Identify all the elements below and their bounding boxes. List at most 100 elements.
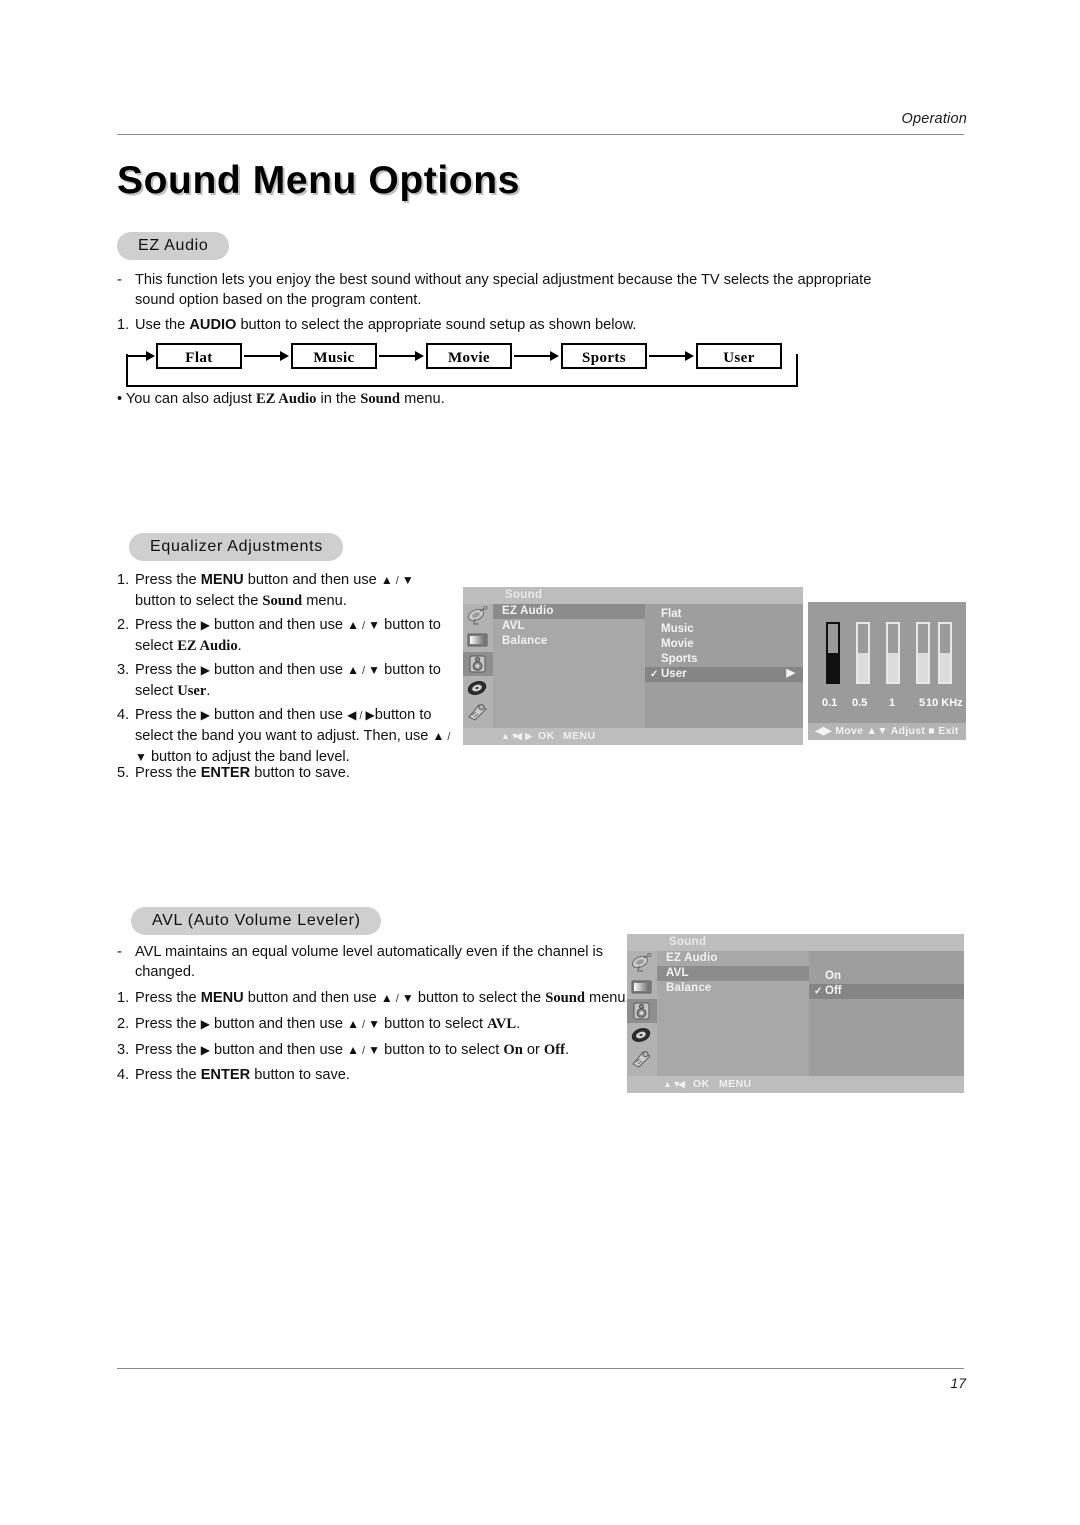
- clock-timer-icon[interactable]: [463, 676, 493, 700]
- flow-arrowhead-4: [685, 351, 694, 361]
- picture-screen-icon[interactable]: [627, 975, 657, 999]
- sound-keyword: Sound: [262, 593, 303, 609]
- t: button and then use: [209, 707, 348, 723]
- down-arrow-glyph: ▼: [368, 1017, 381, 1031]
- menu-hint-label: MENU: [719, 1078, 752, 1090]
- osd-equalizer-panel: 0.1 0.5 1 5 10 KHz ◀▶ Move ▲▼ Adjust ■ E…: [808, 602, 966, 740]
- flow-arrowhead-3: [550, 351, 559, 361]
- picture-screen-icon[interactable]: [463, 628, 493, 652]
- speaker-sound-icon[interactable]: [463, 652, 493, 676]
- equalizer-band-fill: [888, 653, 898, 682]
- up-arrow-glyph: ▲: [347, 1043, 359, 1057]
- down-arrow-glyph: ▼: [401, 991, 414, 1005]
- osd-menu-item-avl[interactable]: AVL: [657, 966, 809, 981]
- down-arrow-glyph: ▼: [135, 750, 147, 764]
- osd-submenu-item-music[interactable]: Music: [645, 622, 803, 637]
- osd-submenu-item-off[interactable]: ✓ Off: [809, 984, 964, 999]
- flow-box-movie: Movie: [426, 343, 512, 369]
- osd-menu-item-ez-audio[interactable]: EZ Audio: [657, 951, 809, 966]
- section-heading-avl: AVL (Auto Volume Leveler): [131, 907, 381, 935]
- section-heading-equalizer: Equalizer Adjustments: [129, 533, 344, 561]
- bullet-dash: -: [117, 944, 122, 960]
- t: button and then use: [243, 990, 381, 1006]
- up-arrow-glyph: ▲: [347, 618, 359, 632]
- equalizer-band-bar[interactable]: [886, 622, 900, 684]
- remote-control-icon[interactable]: [627, 1047, 657, 1071]
- speaker-sound-icon[interactable]: [627, 999, 657, 1023]
- osd-menu-item-balance[interactable]: Balance: [493, 634, 645, 649]
- osd-title-text: Sound: [669, 936, 707, 948]
- up-arrow-glyph: ▲: [347, 1017, 359, 1031]
- equalizer-step-1-text: Press the MENU button and then use ▲ / ▼…: [135, 570, 457, 611]
- up-arrow-glyph: ▲: [347, 663, 359, 677]
- menu-keyword: MENU: [200, 572, 244, 588]
- equalizer-band-label: 10 KHz: [926, 697, 963, 709]
- osd-submenu-item-movie[interactable]: Movie: [645, 637, 803, 652]
- osd-screenshot-sound-ez-audio: Sound EZ Audio AVL Balance Flat Music Mo…: [463, 587, 803, 745]
- equalizer-band-bar[interactable]: [938, 622, 952, 684]
- t: Press the: [135, 662, 201, 678]
- clock-timer-icon[interactable]: [627, 1023, 657, 1047]
- up-arrow-glyph: ▲: [380, 991, 393, 1005]
- osd-submenu-label: Off: [825, 985, 842, 997]
- step-number: 5.: [117, 765, 130, 781]
- step-number: 3.: [117, 662, 130, 678]
- flow-loop-entry-line: [128, 355, 148, 357]
- satellite-dish-icon[interactable]: [627, 951, 657, 975]
- flow-connector-1: [244, 355, 282, 357]
- ez-audio-step-1-text: Use the AUDIO button to select the appro…: [135, 315, 907, 335]
- avl-step-4-text: Press the ENTER button to save.: [135, 1065, 647, 1085]
- osd-submenu-label: On: [825, 970, 841, 982]
- running-head-section: Operation: [901, 111, 967, 127]
- satellite-dish-icon[interactable]: [463, 604, 493, 628]
- osd-submenu-label: Movie: [661, 638, 694, 650]
- equalizer-band-label: 0.1: [822, 697, 838, 709]
- osd-submenu-item-on[interactable]: On: [809, 969, 964, 984]
- equalizer-footer-hints: ◀▶ Move ▲▼ Adjust ■ Exit: [808, 723, 966, 740]
- footer-divider-rule: [117, 1368, 964, 1369]
- note-pre: You can also adjust: [125, 391, 256, 407]
- ez-audio-step-1: 1. Use the AUDIO button to select the ap…: [117, 315, 907, 335]
- equalizer-footer-text: ◀▶ Move ▲▼ Adjust ■ Exit: [815, 725, 959, 737]
- osd-submenu-item-sports[interactable]: Sports: [645, 652, 803, 667]
- t: /: [358, 1019, 369, 1031]
- osd-menu-item-balance[interactable]: Balance: [657, 981, 809, 996]
- right-arrow-glyph: ▶: [200, 663, 210, 677]
- t: menu.: [584, 990, 630, 1006]
- enter-keyword: ENTER: [200, 765, 251, 781]
- remote-control-icon[interactable]: [463, 700, 493, 724]
- equalizer-band-bar[interactable]: [826, 622, 840, 684]
- step-number: 2.: [117, 617, 130, 633]
- t: Press the: [135, 1042, 201, 1058]
- osd-menu-item-avl[interactable]: AVL: [493, 619, 645, 634]
- flow-box-sports: Sports: [561, 343, 647, 369]
- equalizer-step-2-text: Press the ▶ button and then use ▲ / ▼ bu…: [135, 615, 457, 656]
- page-title: Sound Menu Options: [117, 159, 520, 202]
- section-heading-ez-audio: EZ Audio: [117, 232, 229, 260]
- t: .: [206, 683, 211, 699]
- checkmark-icon: ✓: [650, 669, 659, 680]
- osd-submenu-item-flat[interactable]: Flat: [645, 607, 803, 622]
- ez-audio-keyword: EZ Audio: [177, 638, 238, 654]
- flow-connector-3: [514, 355, 552, 357]
- t: /: [358, 620, 369, 632]
- ez-audio-note: • You can also adjust EZ Audio in the So…: [117, 389, 907, 409]
- equalizer-band-bar[interactable]: [916, 622, 930, 684]
- avl-step-3-text: Press the ▶ button and then use ▲ / ▼ bu…: [135, 1040, 647, 1061]
- t: or: [522, 1042, 544, 1058]
- avl-keyword: AVL: [487, 1016, 517, 1032]
- equalizer-band-fill: [858, 653, 868, 682]
- osd-submenu-panel: On ✓ Off: [809, 951, 964, 1076]
- osd-submenu-item-user[interactable]: ✓ User ▶: [645, 667, 803, 682]
- on-keyword: On: [503, 1042, 523, 1058]
- osd-menu-item-ez-audio[interactable]: EZ Audio: [493, 604, 645, 619]
- t: button and then use: [209, 617, 348, 633]
- t: button and then use: [209, 1016, 348, 1032]
- equalizer-step-4: 4. Press the ▶ button and then use ◀ / ▶…: [117, 705, 462, 767]
- avl-description-text: AVL maintains an equal volume level auto…: [135, 944, 604, 980]
- equalizer-band-fill: [940, 653, 950, 682]
- t: Press the: [135, 990, 201, 1006]
- flow-arrowhead-2: [415, 351, 424, 361]
- equalizer-band-bar[interactable]: [856, 622, 870, 684]
- osd-title-text: Sound: [505, 589, 543, 601]
